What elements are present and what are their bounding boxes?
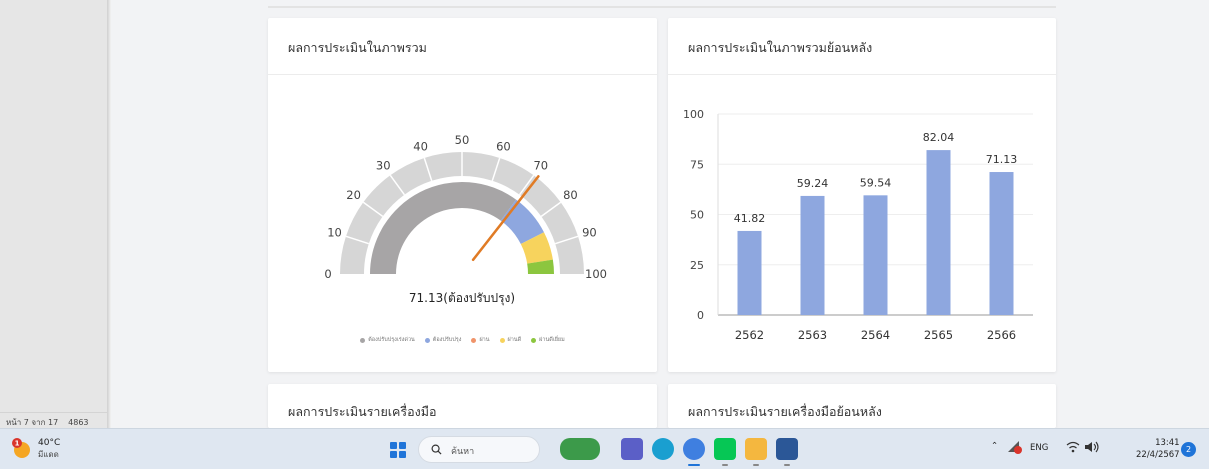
bar[interactable] xyxy=(737,230,762,315)
x-tick-label: 2566 xyxy=(987,328,1016,342)
bar[interactable] xyxy=(926,150,951,315)
notification-badge[interactable]: 2 xyxy=(1181,442,1196,457)
volume-icon[interactable] xyxy=(1084,440,1100,457)
gauge-tick-label: 0 xyxy=(324,267,331,281)
gauge-tick-label: 60 xyxy=(496,140,511,154)
legend-dot-icon xyxy=(471,337,477,343)
file-explorer-icon[interactable] xyxy=(745,438,767,466)
gauge-tick-label: 20 xyxy=(346,188,361,202)
language-indicator[interactable]: ENG xyxy=(1030,443,1048,453)
weather-sun-icon[interactable]: 1 xyxy=(10,437,32,459)
chrome-icon[interactable] xyxy=(683,438,705,466)
y-tick-label: 100 xyxy=(683,108,704,121)
taskbar-search[interactable]: ค้นหา xyxy=(418,436,540,463)
running-indicator xyxy=(722,464,728,466)
gauge-tick-label: 100 xyxy=(585,267,607,281)
gauge-tick-label: 30 xyxy=(376,159,391,173)
running-indicator xyxy=(753,464,759,466)
gauge-tick-label: 70 xyxy=(533,159,548,173)
gauge-legend-label: ผ่าน xyxy=(479,337,490,343)
clock[interactable]: 13:41 22/4/2567 xyxy=(1136,437,1180,461)
gauge-value-label: 71.13(ต้องปรับปรุง) xyxy=(409,291,515,306)
line-icon[interactable] xyxy=(714,438,736,466)
page-count: หน้า 7 จาก 17 xyxy=(6,418,59,427)
gauge-legend-item[interactable]: ผ่านดี xyxy=(499,336,522,344)
weather-temp: 40°C xyxy=(38,438,61,448)
gauge-legend-item[interactable]: ต้องปรับปรุงเร่งด่วน xyxy=(360,336,415,344)
bar[interactable] xyxy=(863,195,888,315)
gauge-legend-item[interactable]: ต้องปรับปรุง xyxy=(424,336,462,344)
legend-dot-icon xyxy=(424,337,430,343)
search-placeholder: ค้นหา xyxy=(451,447,475,457)
bar-data-label: 71.13 xyxy=(986,153,1018,166)
bar-data-label: 59.24 xyxy=(797,177,829,190)
x-tick-label: 2563 xyxy=(798,328,827,342)
gauge-legend: ต้องปรับปรุงเร่งด่วน ต้องปรับปรุง ผ่าน ผ่าน… xyxy=(268,336,657,344)
gauge-legend-label: ต้องปรับปรุง xyxy=(432,337,462,343)
by-tool-card: ผลการประเมินรายเครื่องมือ xyxy=(268,384,657,428)
turtle-app-icon[interactable] xyxy=(560,438,600,460)
x-tick-label: 2564 xyxy=(861,328,890,342)
gauge-tick-label: 40 xyxy=(413,140,428,154)
running-indicator xyxy=(688,464,700,466)
gauge-tick-label: 90 xyxy=(582,226,597,240)
legend-dot-icon xyxy=(499,337,505,343)
x-tick-label: 2562 xyxy=(735,328,764,342)
bar[interactable] xyxy=(800,195,825,315)
gauge-legend-item[interactable]: ผ่าน xyxy=(471,336,490,344)
gauge-legend-item[interactable]: ผ่านดีเยี่ยม xyxy=(531,336,565,344)
show-hidden-icons-button[interactable]: ⌃ xyxy=(991,441,998,451)
legend-dot-icon xyxy=(360,337,366,343)
search-icon xyxy=(431,444,442,455)
legend-dot-icon xyxy=(531,337,537,343)
gauge-chart: 0 10 20 30 40 50 60 70 80 90 100 71.13(ต้องปรับปรุง… xyxy=(324,133,607,306)
start-button[interactable] xyxy=(390,442,406,458)
taskbar: 1 40°C มีแดด ค้นหา ⌃ ENG 13:41 22/4/2567… xyxy=(0,428,1209,469)
bar-data-label: 82.04 xyxy=(923,131,955,144)
document-pane xyxy=(0,0,107,428)
x-tick-label: 2565 xyxy=(924,328,953,342)
by-tool-history-card: ผลการประเมินรายเครื่องมือย้อนหลัง xyxy=(668,384,1056,428)
running-indicator xyxy=(784,464,790,466)
clock-date: 22/4/2567 xyxy=(1136,450,1180,460)
bar-data-label: 59.54 xyxy=(860,176,892,189)
weather-badge: 1 xyxy=(15,440,20,448)
gauge-tick-label: 80 xyxy=(563,188,578,202)
wifi-icon[interactable] xyxy=(1066,440,1080,457)
gauge-tick-label: 50 xyxy=(455,133,470,147)
by-tool-card-title: ผลการประเมินรายเครื่องมือ xyxy=(288,404,437,419)
y-tick-label: 0 xyxy=(697,309,704,322)
network-alert-icon[interactable] xyxy=(1006,439,1022,458)
clock-time: 13:41 xyxy=(1155,438,1180,448)
teams-chat-icon[interactable] xyxy=(621,438,643,460)
overall-card: ผลการประเมินในภาพรวม 0 10 20 30 40 50 60 70 80 90… xyxy=(268,18,657,372)
history-bar-chart: 0 25 50 75 100 41.82 2562 59.24 2563 59.54 2564 82.… xyxy=(683,108,1033,342)
y-tick-label: 75 xyxy=(690,158,704,171)
by-tool-history-card-title: ผลการประเมินรายเครื่องมือย้อนหลัง xyxy=(688,404,882,419)
y-tick-label: 50 xyxy=(690,209,704,222)
gauge-legend-label: ต้องปรับปรุงเร่งด่วน xyxy=(368,337,415,343)
word-icon[interactable] xyxy=(776,438,798,466)
weather-desc: มีแดด xyxy=(38,450,59,459)
bar[interactable] xyxy=(989,172,1014,315)
edge-icon[interactable] xyxy=(652,438,674,460)
bar-data-label: 41.82 xyxy=(734,212,766,225)
word-count: 4863 xyxy=(68,418,89,427)
weather-widget[interactable]: 40°C มีแดด xyxy=(38,438,60,460)
y-tick-label: 25 xyxy=(690,259,704,272)
gauge-legend-label: ผ่านดี xyxy=(507,337,522,343)
top-card-edge xyxy=(268,6,1056,8)
gauge-legend-label: ผ่านดีเยี่ยม xyxy=(539,337,565,343)
gauge-tick-label: 10 xyxy=(327,226,342,240)
overall-history-card: ผลการประเมินในภาพรวมย้อนหลัง 0 25 50 75 100 4… xyxy=(668,18,1056,372)
document-status-bar: หน้า 7 จาก 17 4863 xyxy=(0,412,107,428)
